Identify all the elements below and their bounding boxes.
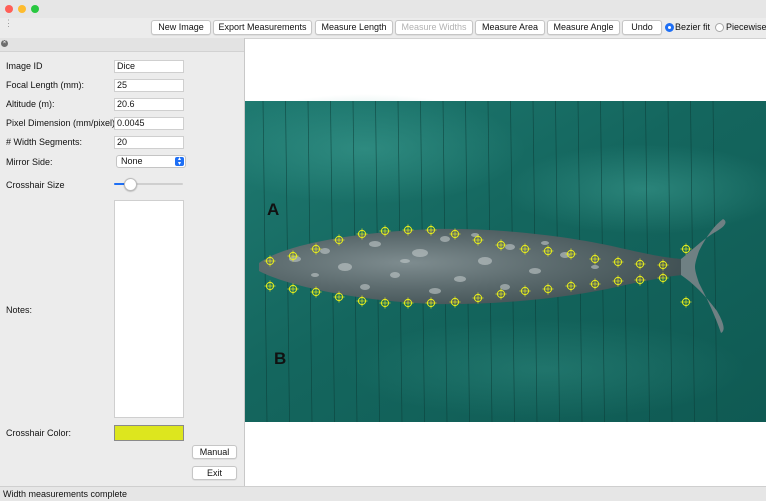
measure-area-button[interactable]: Measure Area (475, 20, 545, 35)
whale-marking (390, 272, 400, 278)
whale-marking (440, 236, 450, 242)
mirror-side-label: Mirror Side: (6, 157, 53, 167)
whale-marking (360, 284, 370, 290)
crosshair-color-label: Crosshair Color: (6, 428, 72, 438)
whale-marking (400, 259, 410, 263)
image-id-label: Image ID (6, 61, 43, 71)
manual-button[interactable]: Manual (192, 445, 237, 459)
width-segments-field[interactable]: 20 (114, 136, 184, 149)
undo-button[interactable]: Undo (622, 20, 662, 35)
whale-marking (311, 273, 319, 277)
bezier-fit-label: Bezier fit (675, 22, 711, 32)
whale-marking (541, 241, 549, 245)
focal-length-label: Focal Length (mm): (6, 80, 85, 90)
whale-marking (412, 249, 428, 257)
new-image-button[interactable]: New Image (151, 20, 211, 35)
whale-marking (478, 257, 492, 265)
measure-angle-button[interactable]: Measure Angle (547, 20, 620, 35)
measure-length-button[interactable]: Measure Length (315, 20, 393, 35)
toolbar: ⋮ New Image Export Measurements Measure … (0, 18, 766, 39)
whale-marking (500, 284, 510, 290)
focal-length-field[interactable]: 25 (114, 79, 184, 92)
zoom-window-button[interactable] (31, 5, 39, 13)
altitude-field[interactable]: 20.6 (114, 98, 184, 111)
altitude-label: Altitude (m): (6, 99, 55, 109)
sidebar: Image ID Dice Focal Length (mm): 25 Alti… (0, 52, 244, 486)
image-id-field[interactable]: Dice (114, 60, 184, 73)
title-bar (0, 0, 766, 18)
label-b: B (274, 349, 286, 368)
mirror-side-value: None (121, 156, 143, 166)
status-bar: Width measurements complete (0, 486, 766, 501)
whale-image[interactable]: A B (245, 39, 766, 486)
whale-marking (529, 268, 541, 274)
chevron-up-down-icon: ▴ ▾ (175, 156, 184, 167)
notes-label: Notes: (6, 305, 33, 315)
collapse-panel-icon[interactable]: × (1, 40, 8, 47)
whale-marking (338, 263, 352, 271)
pixel-dimension-field[interactable]: 0.0045 (114, 117, 184, 130)
piecewise-radio[interactable] (715, 23, 724, 32)
close-window-button[interactable] (5, 5, 13, 13)
sidebar-header: × (0, 38, 244, 52)
sea-highlight (345, 319, 745, 419)
notes-textarea[interactable] (114, 200, 184, 418)
bezier-fit-radio[interactable] (665, 23, 674, 32)
whale-marking (369, 241, 381, 247)
crosshair-size-slider-handle[interactable] (123, 178, 137, 191)
toolbar-grip-icon[interactable]: ⋮ (4, 19, 13, 28)
label-a: A (267, 200, 279, 219)
exit-button[interactable]: Exit (192, 466, 237, 480)
image-canvas[interactable]: A B (245, 39, 766, 486)
crosshair-color-swatch[interactable] (114, 425, 184, 441)
whale-marking (454, 276, 466, 282)
piecewise-label: Piecewise (726, 22, 766, 32)
status-text: Width measurements complete (3, 489, 128, 499)
crosshair-size-label: Crosshair Size (6, 180, 65, 190)
measure-widths-button: Measure Widths (395, 20, 473, 35)
minimize-window-button[interactable] (18, 5, 26, 13)
whale-marking (429, 288, 441, 294)
pixel-dimension-label: Pixel Dimension (mm/pixel) (6, 118, 116, 128)
mirror-side-select[interactable]: None ▴ ▾ (116, 155, 186, 168)
export-measurements-button[interactable]: Export Measurements (213, 20, 312, 35)
whale-marking (591, 265, 599, 269)
width-segments-label: # Width Segments: (6, 137, 83, 147)
